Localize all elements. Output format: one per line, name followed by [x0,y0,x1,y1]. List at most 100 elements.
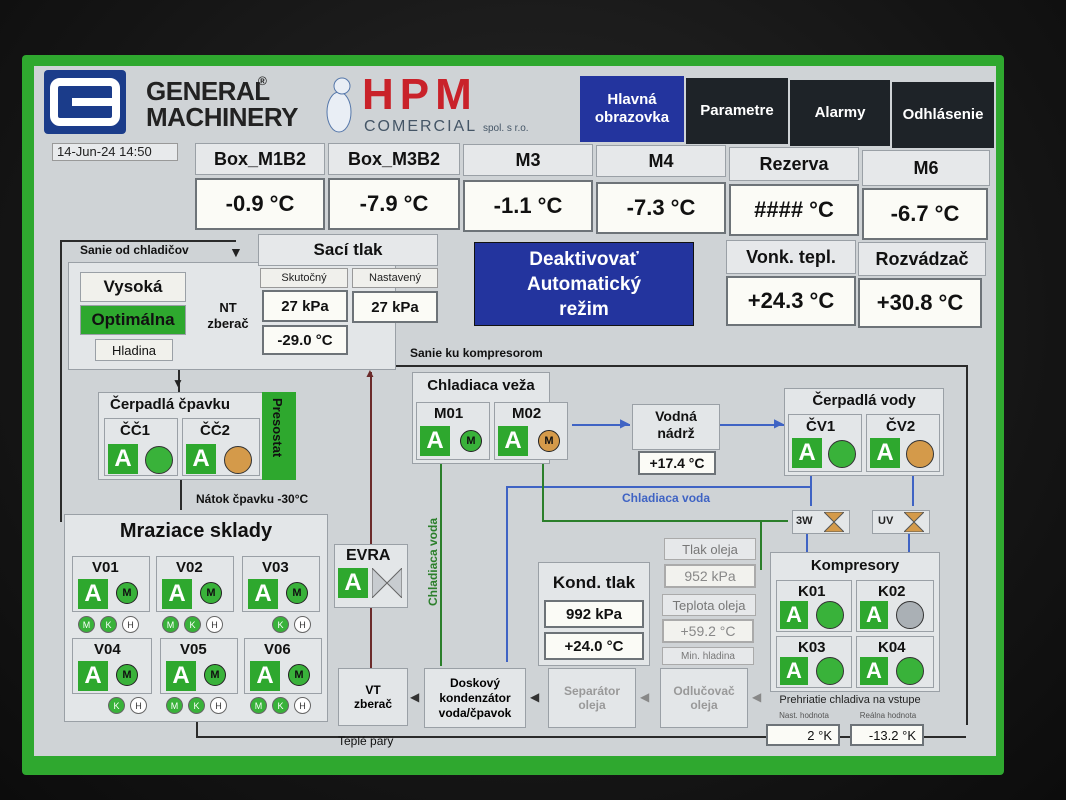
water-pump-cv1-mode[interactable]: A [792,438,822,468]
freezer-v05-label: V05 [180,641,207,658]
temp-label-box-m3b2: Box_M3B2 [328,143,460,175]
compressor-k03-mode[interactable]: A [780,657,808,685]
nav-main-screen[interactable]: Hlavná obrazovka [580,76,684,142]
freezer-v01-label: V01 [92,559,119,576]
freezer-v02-aux-k: K [184,616,201,633]
freezer-v03-mode[interactable]: A [248,579,278,609]
superheat-set-value[interactable]: 2 °K [766,724,840,746]
pipe-pumps-to-freezers [180,480,182,510]
tower-fan-m02-mode[interactable]: A [498,426,528,456]
label-suction-to-compressors: Sanie ku kompresorom [410,346,543,360]
nav-logout[interactable]: Odhlásenie [892,82,994,148]
arrow-left-icon-4: ◀ [752,690,762,704]
compressor-k03-label: K03 [798,639,826,656]
compressor-k01-mode[interactable]: A [780,601,808,629]
nav-parameters[interactable]: Parametre [686,78,788,144]
valve-uv-icon [904,512,924,532]
suction-set-value[interactable]: 27 kPa [352,291,438,323]
compressor-k04-mode[interactable]: A [860,657,888,685]
freezer-v04-aux-k: K [108,697,125,714]
freezer-v06-aux-k: K [272,697,289,714]
pump-cc2-mode[interactable]: A [186,444,216,474]
tower-fan-m02-motor-icon: M [538,430,560,452]
oil-min-level-indicator: Min. hladina [662,647,754,665]
valve-3w-label: 3W [796,515,813,527]
water-tank-title: Vodná nádrž [655,408,697,441]
freezer-v06-mode[interactable]: A [250,661,280,691]
temp-value-m4: -7.3 °C [596,182,726,234]
pump-cc1-mode[interactable]: A [108,444,138,474]
arrow-down-icon-2: ▼ [172,376,184,390]
evra-valve-icon [372,568,402,598]
hpm-subtitle: COMERCIAL spol. s r.o. [364,118,529,136]
superheat-title: Prehriatie chladiva na vstupe [779,694,921,706]
pressostat-label: Presostat [270,398,285,458]
hpm-subtitle-main: COMERCIAL [364,118,477,135]
condenser-pressure-value: 992 kPa [544,600,644,628]
suction-actual-value: 27 kPa [262,290,348,322]
compressor-k04-status-icon [896,657,924,685]
freezer-v04-mode[interactable]: A [78,661,108,691]
nav-alarms[interactable]: Alarmy [790,80,890,146]
oil-pressure-value: 952 kPa [664,564,756,588]
polar-bear-logo-icon [320,72,358,134]
tower-fan-m02-label: M02 [512,405,542,422]
pump-cc2-status-icon [224,446,252,474]
freezer-v01-motor-icon: M [116,582,138,604]
freezer-v01-aux-k: K [100,616,117,633]
pipe-pump2-down [912,476,914,506]
suction-temp-value: -29.0 °C [262,325,348,355]
level-high-indicator: Vysoká [80,272,186,302]
pump-cc2-label: ČČ2 [200,422,231,439]
tower-fan-m01-mode[interactable]: A [420,426,450,456]
compressor-k01-status-icon [816,601,844,629]
freezer-v04-motor-icon: M [116,664,138,686]
hpm-subtitle-company: spol. s r.o. [482,123,529,134]
valve-3w-icon [824,512,844,532]
level-label: Hladina [95,339,173,361]
freezer-v01-mode[interactable]: A [78,579,108,609]
oil-separator: Separátor oleja [548,668,636,728]
temp-label-box-m1b2: Box_M1B2 [195,143,325,175]
superheat-set-label: Nast. hodnota [779,711,829,720]
label-cooling-water-vertical: Chladiaca voda [426,518,440,607]
temp-value-m6: -6.7 °C [862,188,988,240]
arrow-right-icon-2: ▶ [774,416,784,430]
water-pump-cv2-mode[interactable]: A [870,438,900,468]
outdoor-temp-label: Vonk. tepl. [726,240,856,274]
compressor-k04-label: K04 [878,639,906,656]
pipe-cooling-water-down [506,486,508,662]
oil-temp-value: +59.2 °C [662,619,754,643]
pipe-cooling-water [506,486,810,488]
condenser-pressure-title: Kond. tlak [552,573,636,592]
gm-logo-text-2: MACHINERY [146,102,298,132]
freezer-v03-motor-icon: M [286,582,308,604]
freezer-v04-aux-h: H [130,697,147,714]
water-pump-cv2-label: ČV2 [886,418,916,435]
superheat-real-value: -13.2 °K [850,724,924,746]
temp-label-reserve: Rezerva [729,147,859,181]
compressor-k01-label: K01 [798,583,826,600]
freezer-v02-aux-m: M [162,616,179,633]
suction-actual-label: Skutočný [260,268,348,288]
freezer-v05-mode[interactable]: A [166,661,196,691]
cooling-tower-title: Chladiaca veža [427,377,535,394]
compressor-k02-mode[interactable]: A [860,601,888,629]
vt-collector: VT zberač [338,668,408,726]
evra-title: EVRA [346,547,391,564]
temp-value-box-m1b2: -0.9 °C [195,178,325,230]
pipe-pump1-down [810,476,812,506]
compressor-k02-status-icon [896,601,924,629]
nh3-pumps-title: Čerpadlá čpavku [110,396,231,413]
outdoor-temp-value: +24.3 °C [726,276,856,326]
deactivate-auto-mode-button[interactable]: Deaktivovať Automatický režim [474,242,694,326]
freezer-v02-mode[interactable]: A [162,579,192,609]
evra-mode[interactable]: A [338,568,368,598]
arrow-left-icon-3: ◀ [640,690,650,704]
water-pump-cv2-status-icon [906,440,934,468]
freezer-v05-aux-k: K [188,697,205,714]
temp-value-m3: -1.1 °C [463,180,593,232]
gm-logo-icon [50,78,120,126]
valve-uv-label: UV [878,515,894,527]
freezer-v02-label: V02 [176,559,203,576]
